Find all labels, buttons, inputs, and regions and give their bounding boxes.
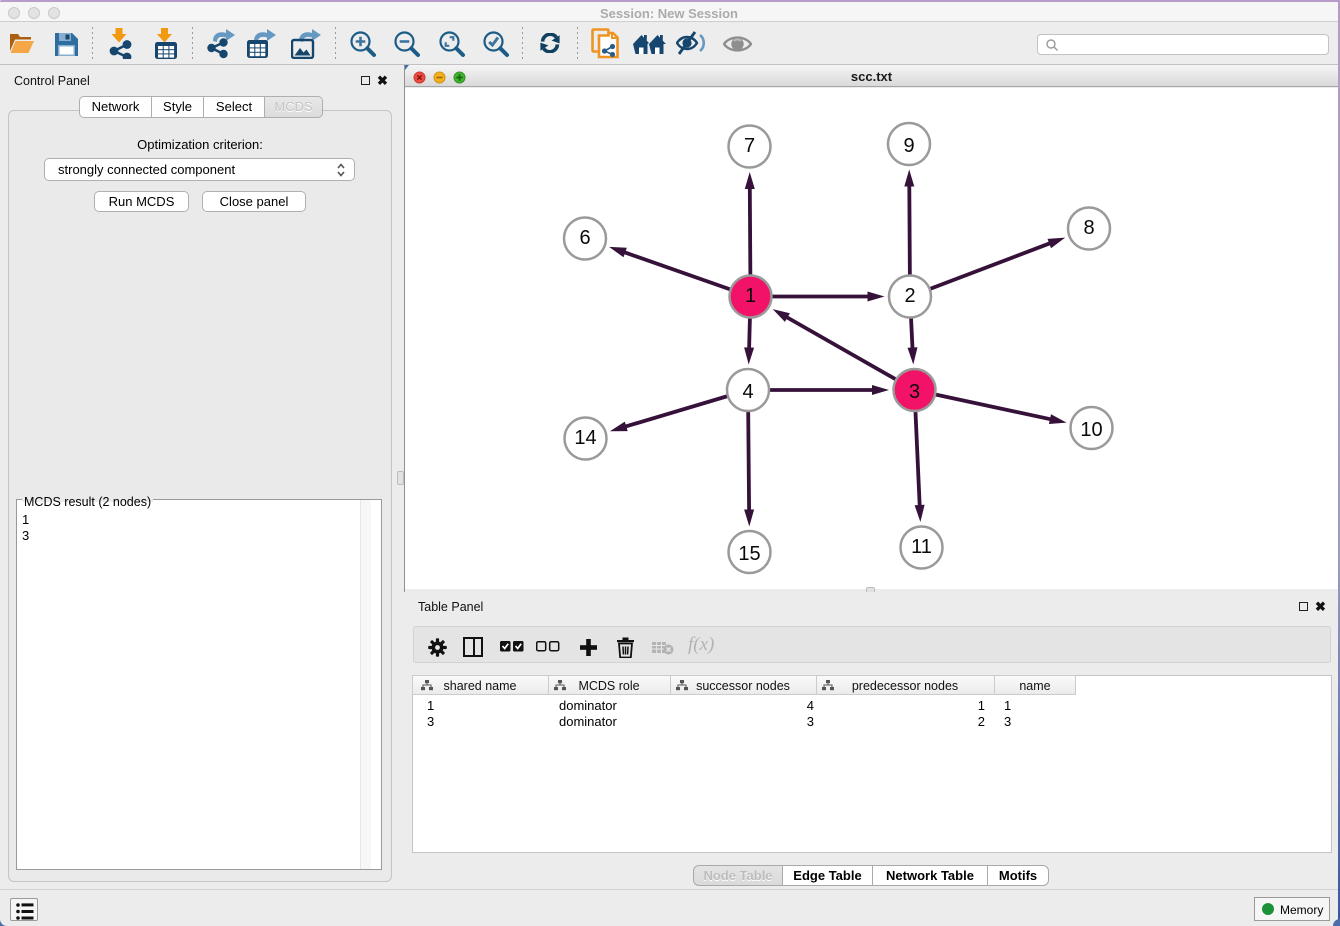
svg-text:14: 14 (574, 427, 596, 449)
svg-text:1: 1 (745, 285, 756, 307)
svg-text:9: 9 (903, 135, 914, 157)
svg-text:4: 4 (742, 381, 753, 403)
svg-text:15: 15 (738, 543, 760, 565)
svg-text:6: 6 (579, 227, 590, 249)
svg-text:10: 10 (1080, 419, 1102, 441)
svg-text:3: 3 (909, 381, 920, 403)
svg-text:8: 8 (1083, 217, 1094, 239)
svg-text:2: 2 (904, 285, 915, 307)
svg-text:7: 7 (744, 135, 755, 157)
svg-text:11: 11 (911, 536, 932, 558)
